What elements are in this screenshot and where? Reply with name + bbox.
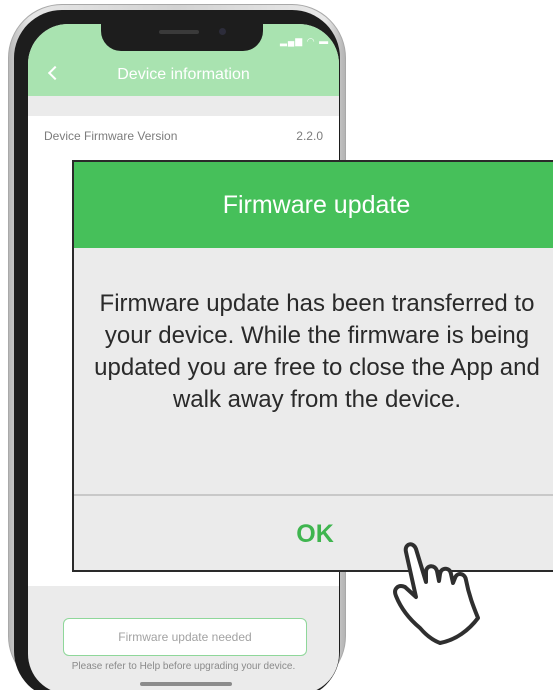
dialog-header: Firmware update (74, 162, 553, 248)
firmware-version-row: Device Firmware Version 2.2.0 (28, 116, 339, 156)
signal-icon: ▂▄▆ (280, 36, 304, 46)
dialog-title: Firmware update (222, 190, 411, 219)
firmware-update-dialog: Firmware update Firmware update has been… (72, 160, 553, 572)
dialog-message: Firmware update has been transferred to … (94, 290, 540, 413)
wifi-icon: ◠ (306, 36, 316, 46)
firmware-version-value: 2.2.0 (296, 129, 323, 143)
help-text: Please refer to Help before upgrading yo… (71, 661, 296, 672)
home-indicator (140, 682, 232, 686)
phone-notch (101, 23, 263, 51)
camera-icon (219, 28, 226, 35)
battery-icon: ▬ (319, 36, 330, 46)
status-icons: ▂▄▆ ◠ ▬ (280, 36, 329, 47)
header-title: Device information (117, 66, 250, 83)
speaker-grille (159, 30, 199, 34)
firmware-version-label: Device Firmware Version (44, 129, 178, 143)
ok-button-label: OK (296, 519, 334, 548)
hand-pointer-icon (393, 542, 480, 645)
firmware-update-needed-button[interactable]: Firmware update needed (63, 618, 307, 656)
